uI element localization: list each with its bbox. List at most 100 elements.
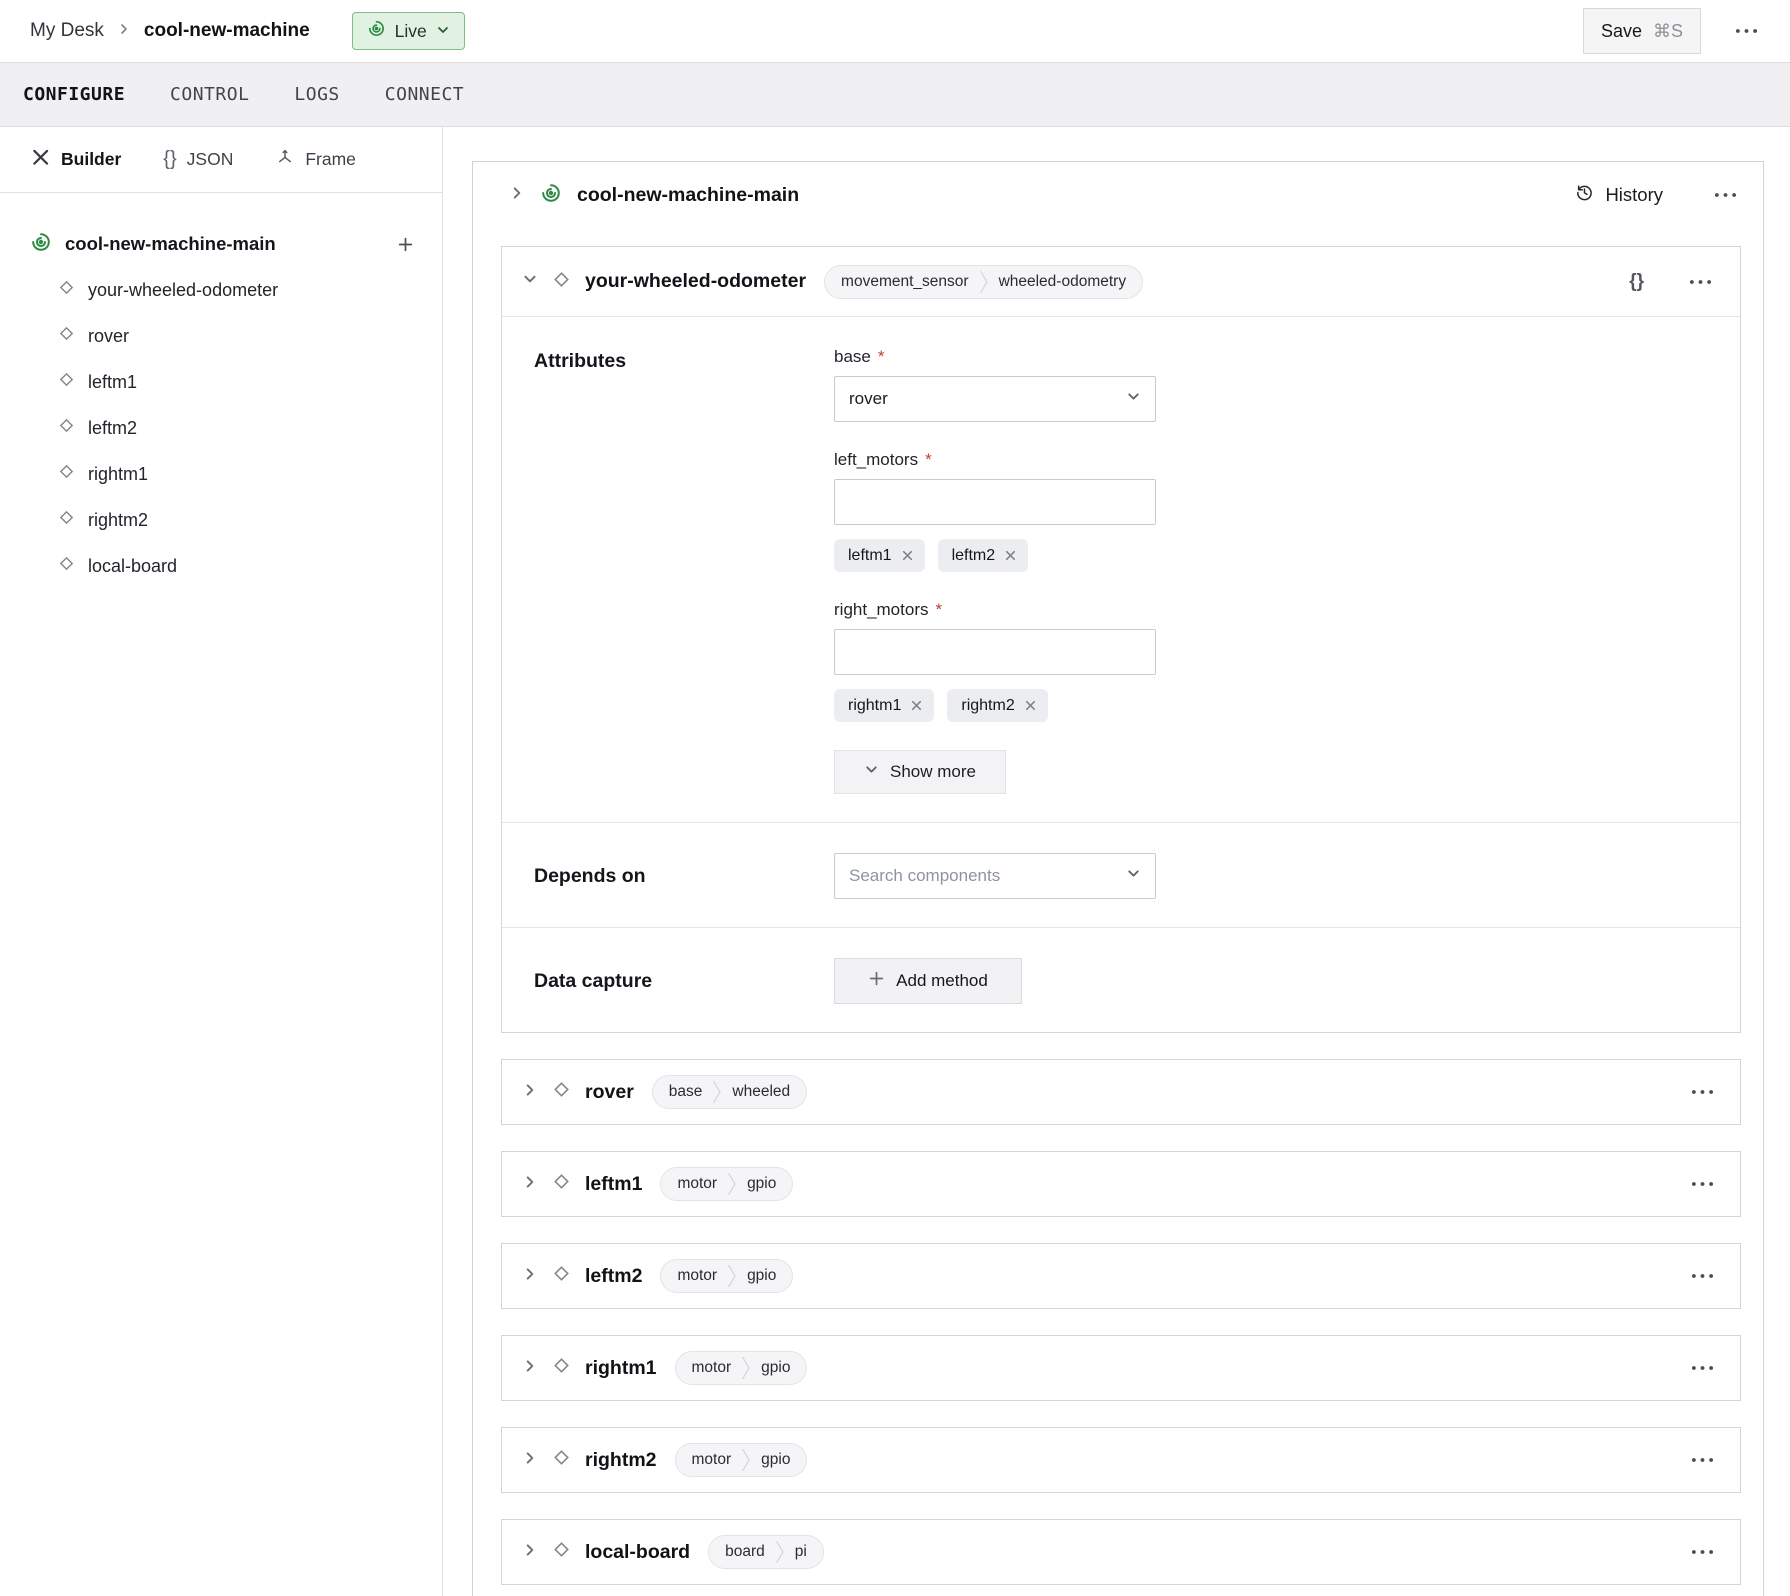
expand-chevron-icon[interactable]	[509, 185, 525, 206]
odometer-overflow-menu-button[interactable]	[1685, 273, 1716, 291]
breadcrumb-parent-link[interactable]: My Desk	[30, 20, 104, 42]
tree-item-label: leftm1	[88, 372, 137, 393]
component-type-badge: motor gpio	[675, 1351, 808, 1385]
sidebar-item-rightm2[interactable]: rightm2	[30, 497, 414, 543]
config-mode-switcher: Builder {} JSON Frame	[0, 127, 442, 193]
tab-bar: CONFIGURE CONTROL LOGS CONNECT	[0, 62, 1790, 127]
machine-part-card: cool-new-machine-main History	[472, 161, 1764, 1596]
odometer-card-title: your-wheeled-odometer	[585, 270, 806, 293]
chip-leftm1: leftm1	[834, 539, 925, 572]
expand-chevron-icon[interactable]	[522, 1174, 538, 1195]
card-overflow-menu-button[interactable]	[1687, 1175, 1718, 1193]
remove-chip-icon[interactable]	[901, 549, 914, 562]
depends-on-label: Depends on	[534, 865, 834, 888]
mode-frame-label: Frame	[305, 149, 356, 170]
left-motors-input[interactable]	[834, 479, 1156, 525]
component-card-rightm2: rightm2 motor gpio	[501, 1427, 1741, 1493]
app-root: My Desk cool-new-machine Live Save ⌘S CO…	[0, 0, 1790, 1596]
card-overflow-menu-button[interactable]	[1687, 1359, 1718, 1377]
tab-connect[interactable]: CONNECT	[385, 84, 464, 105]
mode-builder[interactable]: Builder	[30, 147, 121, 173]
live-status-dropdown[interactable]: Live	[352, 12, 465, 50]
card-overflow-menu-button[interactable]	[1687, 1267, 1718, 1285]
badge-model: gpio	[747, 1267, 776, 1285]
diamond-icon	[57, 324, 76, 348]
view-json-button[interactable]: {}	[1629, 271, 1644, 293]
chip-leftm2: leftm2	[938, 539, 1029, 572]
history-button[interactable]: History	[1574, 182, 1663, 208]
remove-chip-icon[interactable]	[910, 699, 923, 712]
sidebar-item-rover[interactable]: rover	[30, 313, 414, 359]
card-overflow-menu-button[interactable]	[1687, 1451, 1718, 1469]
badge-type: motor	[692, 1451, 732, 1469]
depends-on-placeholder: Search components	[849, 866, 1126, 886]
component-type-badge: motor gpio	[660, 1167, 793, 1201]
chip-label: rightm1	[848, 697, 901, 715]
add-method-button[interactable]: Add method	[834, 958, 1022, 1004]
badge-model: wheeled-odometry	[999, 273, 1127, 291]
base-select-value: rover	[849, 389, 1126, 409]
chevron-down-icon	[1126, 866, 1141, 886]
expand-chevron-icon[interactable]	[522, 1450, 538, 1471]
broadcast-icon	[30, 231, 52, 258]
mode-frame[interactable]: Frame	[275, 147, 356, 172]
tree-root-machine-part[interactable]: cool-new-machine-main	[30, 221, 414, 267]
show-more-button[interactable]: Show more	[834, 750, 1006, 794]
sidebar-item-your-wheeled-odometer[interactable]: your-wheeled-odometer	[30, 267, 414, 313]
depends-on-select[interactable]: Search components	[834, 853, 1156, 899]
header-overflow-menu-button[interactable]	[1731, 22, 1762, 40]
expand-chevron-icon[interactable]	[522, 1082, 538, 1103]
tree-root-label: cool-new-machine-main	[65, 233, 384, 255]
diamond-icon	[551, 1079, 572, 1105]
expand-chevron-icon[interactable]	[522, 1358, 538, 1379]
card-title: leftm1	[585, 1173, 642, 1196]
diamond-icon	[551, 1263, 572, 1289]
tab-configure[interactable]: CONFIGURE	[23, 84, 125, 105]
sidebar-item-leftm2[interactable]: leftm2	[30, 405, 414, 451]
required-asterisk: *	[925, 450, 932, 470]
add-component-button[interactable]	[397, 236, 414, 253]
tab-logs[interactable]: LOGS	[294, 84, 339, 105]
history-icon	[1574, 182, 1595, 208]
braces-icon: {}	[163, 148, 176, 171]
tree-item-label: leftm2	[88, 418, 137, 439]
frame-axes-icon	[275, 147, 295, 172]
badge-model: gpio	[761, 1359, 790, 1377]
component-card-leftm1: leftm1 motor gpio	[501, 1151, 1741, 1217]
diamond-icon	[551, 1539, 572, 1565]
badge-divider-icon	[741, 1443, 751, 1477]
mode-json[interactable]: {} JSON	[163, 148, 233, 171]
tree-item-label: local-board	[88, 556, 177, 577]
sidebar-item-rightm1[interactable]: rightm1	[30, 451, 414, 497]
right-motors-input[interactable]	[834, 629, 1156, 675]
tab-control[interactable]: CONTROL	[170, 84, 249, 105]
expand-chevron-icon[interactable]	[522, 1266, 538, 1287]
collapse-chevron-icon[interactable]	[522, 271, 538, 292]
remove-chip-icon[interactable]	[1004, 549, 1017, 562]
data-capture-form: Add method	[834, 958, 1022, 1004]
diamond-icon	[57, 416, 76, 440]
live-label: Live	[395, 21, 427, 42]
card-overflow-menu-button[interactable]	[1687, 1083, 1718, 1101]
mode-builder-label: Builder	[61, 149, 121, 170]
card-overflow-menu-button[interactable]	[1687, 1543, 1718, 1561]
plus-icon	[868, 970, 885, 992]
sidebar-item-local-board[interactable]: local-board	[30, 543, 414, 589]
required-asterisk: *	[935, 600, 942, 620]
save-button[interactable]: Save ⌘S	[1583, 8, 1701, 54]
part-overflow-menu-button[interactable]	[1710, 186, 1741, 204]
badge-divider-icon	[712, 1075, 722, 1109]
expand-chevron-icon[interactable]	[522, 1542, 538, 1563]
data-capture-section: Data capture Add method	[502, 928, 1740, 1032]
sidebar-item-leftm1[interactable]: leftm1	[30, 359, 414, 405]
base-select[interactable]: rover	[834, 376, 1156, 422]
diamond-icon	[57, 554, 76, 578]
machine-part-header: cool-new-machine-main History	[473, 162, 1763, 228]
depends-on-form: Search components	[834, 853, 1156, 899]
component-type-badge: motor gpio	[675, 1443, 808, 1477]
remove-chip-icon[interactable]	[1024, 699, 1037, 712]
diamond-icon	[57, 278, 76, 302]
badge-type: base	[669, 1083, 703, 1101]
badge-model: pi	[795, 1543, 807, 1561]
diamond-icon	[551, 1355, 572, 1381]
